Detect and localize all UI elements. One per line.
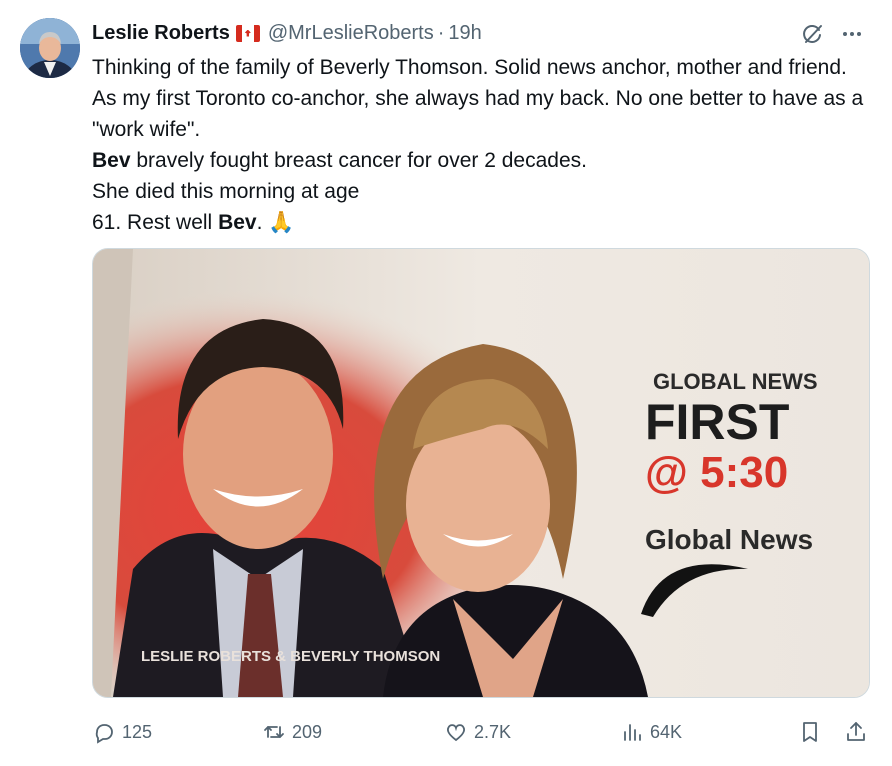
tweet-header: Leslie Roberts @MrLeslieRoberts · 19h [92,20,482,46]
repost-icon [264,726,284,738]
bold-name: Bev [92,149,131,172]
views-button[interactable]: 64K [620,716,682,748]
heart-icon [447,724,465,742]
tweet-line-1: Thinking of the family of Beverly Thomso… [92,56,864,141]
share-button[interactable] [844,716,874,748]
reply-icon [95,724,113,744]
reply-button[interactable]: 125 [92,716,152,748]
tweet-line-2-text: bravely fought breast cancer for over 2 … [136,149,587,172]
separator: · [437,21,445,44]
bold-name: Bev [218,211,257,234]
canada-flag-icon [235,24,260,42]
tweet-text: Thinking of the family of Beverly Thomso… [92,52,872,238]
tweet-line-3: She died this morning at age [92,180,360,203]
bookmark-icon [803,722,817,742]
praying-hands-emoji: 🙏 [268,211,295,234]
author-handle[interactable]: @MrLeslieRoberts [268,22,434,45]
headline-time: @ 5:30 [645,448,788,497]
tweet-line-2: Bev bravely fought breast cancer for ove… [92,145,872,176]
repost-count: 209 [292,721,323,742]
reply-count: 125 [122,721,153,742]
headline-small: GLOBAL NEWS [653,369,818,394]
share-icon [847,722,865,741]
brand-logo-text: Global News [645,524,813,555]
avatar[interactable] [20,18,80,78]
tweet-line-4-text: 61. Rest well [92,211,213,234]
more-options-icon[interactable] [840,22,864,46]
period: . [256,211,263,234]
grok-icon[interactable] [800,22,824,46]
tweet-media[interactable]: GLOBAL NEWS FIRST @ 5:30 Global News LES… [92,248,870,698]
like-button[interactable]: 2.7K [444,716,511,748]
views-icon [624,724,641,741]
like-count: 2.7K [474,721,512,742]
headline-big: FIRST [645,394,789,450]
view-count: 64K [650,721,683,742]
repost-button[interactable]: 209 [262,716,322,748]
author-name[interactable]: Leslie Roberts [92,22,230,45]
tweet-line-4: 61. Rest well Bev. 🙏 [92,207,872,238]
action-bar: 125 209 2.7K 64K [92,716,872,748]
bookmark-button[interactable] [798,716,828,748]
timestamp[interactable]: 19h [448,22,481,45]
caption: LESLIE ROBERTS & BEVERLY THOMSON [141,648,440,665]
